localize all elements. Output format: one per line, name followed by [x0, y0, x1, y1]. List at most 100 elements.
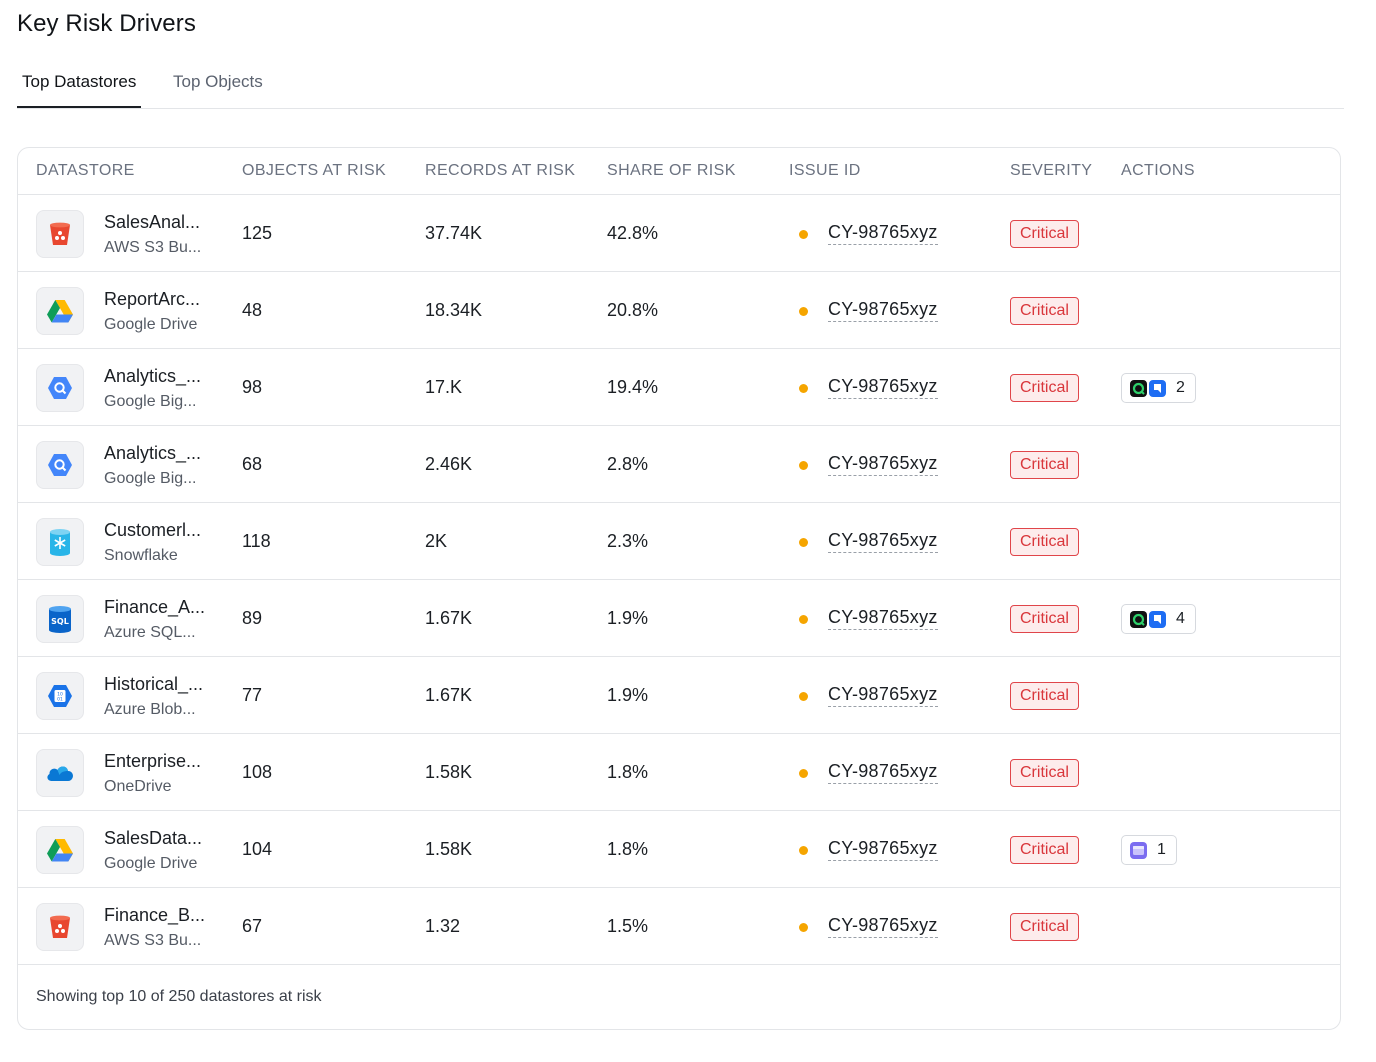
- objects-at-risk-value: 68: [242, 454, 263, 474]
- share-of-risk-value: 42.8%: [607, 223, 659, 243]
- table-row[interactable]: 10 01 Historical_... Azure Blob... 77 1.67K 1.…: [18, 657, 1340, 734]
- severity-badge: Critical: [1010, 374, 1079, 402]
- share-of-risk-value: 2.3%: [607, 531, 649, 551]
- datastore-type: Azure SQL...: [104, 624, 196, 641]
- google-drive-icon: [36, 287, 84, 335]
- datastore-type: Snowflake: [104, 547, 178, 564]
- column-header-severity[interactable]: SEVERITY: [1010, 162, 1092, 180]
- issue-id-link[interactable]: CY-98765xyz: [828, 376, 938, 399]
- table-row[interactable]: Finance_B... AWS S3 Bu... 67 1.32 1.5% CY-987…: [18, 888, 1340, 965]
- column-header-issue-id[interactable]: ISSUE ID: [789, 162, 861, 180]
- severity-badge: Critical: [1010, 528, 1079, 556]
- action-count: 4: [1176, 610, 1185, 627]
- remediation-action-button[interactable]: 4: [1121, 604, 1196, 634]
- tab-top-datastores[interactable]: Top Datastores: [17, 62, 142, 108]
- objects-at-risk-value: 108: [242, 762, 273, 782]
- table-row[interactable]: SalesData... Google Drive 104 1.58K 1.8% CY-9…: [18, 811, 1340, 888]
- datastore-type: OneDrive: [104, 778, 172, 795]
- objects-at-risk-value: 67: [242, 916, 263, 936]
- objects-at-risk-value: 77: [242, 685, 263, 705]
- share-of-risk-value: 1.9%: [607, 608, 649, 628]
- issue-id-link[interactable]: CY-98765xyz: [828, 915, 938, 938]
- remediation-action-button[interactable]: 2: [1121, 373, 1196, 403]
- share-of-risk-value: 20.8%: [607, 300, 659, 320]
- column-header-actions: ACTIONS: [1121, 162, 1195, 179]
- table-row[interactable]: Enterprise... OneDrive 108 1.58K 1.8% CY-9876…: [18, 734, 1340, 811]
- azure-blob-icon: 10 01: [36, 672, 84, 720]
- issue-id-link[interactable]: CY-98765xyz: [828, 530, 938, 553]
- remediation-action-button[interactable]: 1: [1121, 835, 1177, 865]
- table-row[interactable]: Analytics_... Google Big... 68 2.46K 2.8% CY-…: [18, 426, 1340, 503]
- table-row[interactable]: ReportArc... Google Drive 48 18.34K 20.8% CY-…: [18, 272, 1340, 349]
- objects-at-risk-value: 48: [242, 300, 263, 320]
- status-dot-icon: [799, 923, 808, 932]
- azure-sql-icon: SQL: [36, 595, 84, 643]
- column-header-share-of-risk[interactable]: SHARE OF RISK: [607, 162, 736, 180]
- action-count: 1: [1157, 841, 1166, 858]
- integration-icon: [1130, 379, 1166, 397]
- status-dot-icon: [799, 384, 808, 393]
- datastore-name[interactable]: Analytics_...: [104, 443, 201, 464]
- severity-badge: Critical: [1010, 759, 1079, 787]
- issue-id-link[interactable]: CY-98765xyz: [828, 761, 938, 784]
- severity-badge: Critical: [1010, 451, 1079, 479]
- status-dot-icon: [799, 307, 808, 316]
- records-at-risk-value: 1.67K: [425, 608, 473, 628]
- status-dot-icon: [799, 615, 808, 624]
- datastore-name[interactable]: Customerl...: [104, 520, 201, 541]
- column-header-records-at-risk[interactable]: RECORDS AT RISK: [425, 162, 575, 180]
- datastore-name[interactable]: SalesAnal...: [104, 212, 200, 233]
- datastore-type: Google Drive: [104, 316, 198, 333]
- status-dot-icon: [799, 692, 808, 701]
- issue-id-link[interactable]: CY-98765xyz: [828, 838, 938, 861]
- datastore-type: Google Drive: [104, 855, 198, 872]
- objects-at-risk-value: 125: [242, 223, 273, 243]
- tab-top-objects[interactable]: Top Objects: [168, 62, 268, 109]
- severity-badge: Critical: [1010, 297, 1079, 325]
- issue-id-link[interactable]: CY-98765xyz: [828, 684, 938, 707]
- table-row[interactable]: SalesAnal... AWS S3 Bu... 125 37.74K 42.8% CY…: [18, 195, 1340, 272]
- issue-id-link[interactable]: CY-98765xyz: [828, 453, 938, 476]
- status-dot-icon: [799, 769, 808, 778]
- table-row[interactable]: Analytics_... Google Big... 98 17.K 19.4% CY-…: [18, 349, 1340, 426]
- severity-badge: Critical: [1010, 836, 1079, 864]
- table-footer-summary: Showing top 10 of 250 datastores at risk: [36, 988, 322, 1005]
- column-header-datastore[interactable]: DATASTORE: [36, 162, 135, 180]
- datastore-type: Azure Blob...: [104, 701, 196, 718]
- google-bigquery-icon: [36, 441, 84, 489]
- share-of-risk-value: 1.8%: [607, 762, 649, 782]
- records-at-risk-value: 18.34K: [425, 300, 483, 320]
- google-bigquery-icon: [36, 364, 84, 412]
- datastore-name[interactable]: ReportArc...: [104, 289, 200, 310]
- records-at-risk-value: 2.46K: [425, 454, 473, 474]
- datastore-type: AWS S3 Bu...: [104, 932, 202, 949]
- aws-s3-bucket-icon: [36, 903, 84, 951]
- column-header-objects-at-risk[interactable]: OBJECTS AT RISK: [242, 162, 386, 180]
- svg-text:01: 01: [57, 697, 63, 703]
- datastore-name[interactable]: Enterprise...: [104, 751, 201, 772]
- datastore-type: Google Big...: [104, 393, 197, 410]
- table-row[interactable]: SQL Finance_A... Azure SQL... 89 1.67K 1.9% CY…: [18, 580, 1340, 657]
- records-at-risk-value: 37.74K: [425, 223, 483, 243]
- status-dot-icon: [799, 538, 808, 547]
- records-at-risk-value: 17.K: [425, 377, 463, 397]
- table-row[interactable]: Customerl... Snowflake 118 2K 2.3% CY-98765xy…: [18, 503, 1340, 580]
- severity-badge: Critical: [1010, 682, 1079, 710]
- svg-text:SQL: SQL: [51, 617, 69, 626]
- objects-at-risk-value: 104: [242, 839, 273, 859]
- datastore-name[interactable]: Analytics_...: [104, 366, 201, 387]
- datastore-name[interactable]: SalesData...: [104, 828, 202, 849]
- objects-at-risk-value: 118: [242, 531, 271, 551]
- issue-id-link[interactable]: CY-98765xyz: [828, 222, 938, 245]
- integration-icon: [1130, 841, 1147, 859]
- issue-id-link[interactable]: CY-98765xyz: [828, 607, 938, 630]
- datastore-name[interactable]: Historical_...: [104, 674, 203, 695]
- status-dot-icon: [799, 230, 808, 239]
- table-header: DATASTORE OBJECTS AT RISK RECORDS AT RIS…: [18, 148, 1340, 195]
- issue-id-link[interactable]: CY-98765xyz: [828, 299, 938, 322]
- snowflake-icon: [36, 518, 84, 566]
- datastore-name[interactable]: Finance_A...: [104, 597, 205, 618]
- datastore-name[interactable]: Finance_B...: [104, 905, 205, 926]
- records-at-risk-value: 1.58K: [425, 762, 473, 782]
- page-title: Key Risk Drivers: [17, 10, 196, 37]
